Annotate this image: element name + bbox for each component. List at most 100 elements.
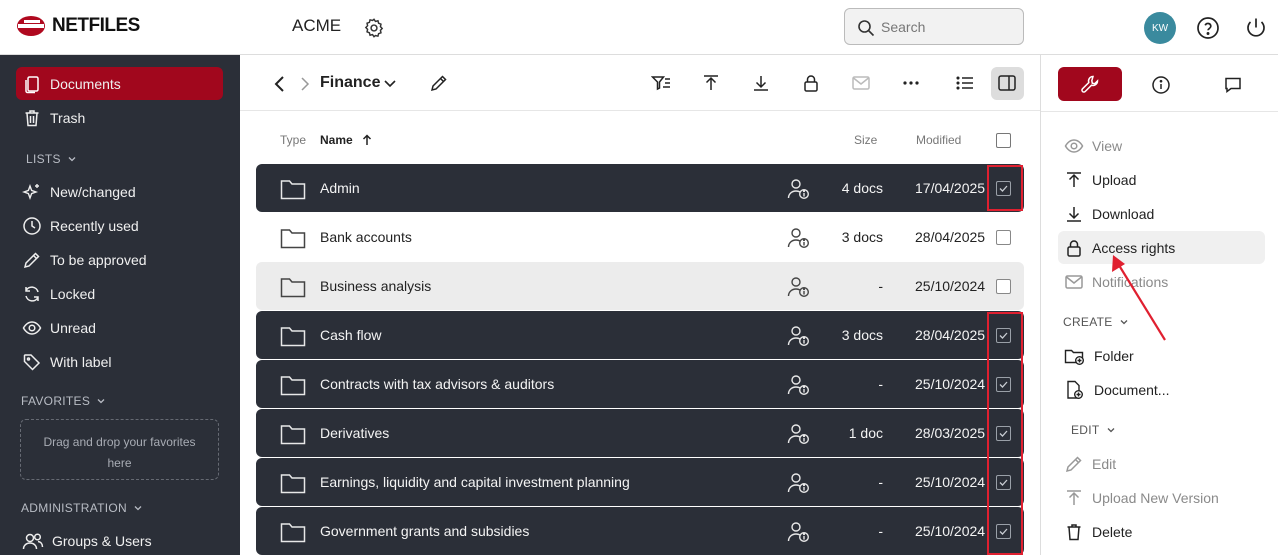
documents-icon — [25, 75, 39, 93]
netfiles-logo[interactable]: NETFILES — [16, 14, 140, 38]
sidebar-item-to-be-approved[interactable]: To be approved — [16, 243, 223, 276]
row-access[interactable] — [787, 276, 811, 301]
administration-header-label: ADMINISTRATION — [21, 501, 127, 515]
search-icon — [858, 20, 875, 37]
row-size: 3 docs — [841, 327, 883, 343]
action-label: Upload New Version — [1092, 489, 1219, 506]
action-download[interactable]: Download — [1058, 197, 1265, 230]
column-header-name[interactable]: Name — [320, 133, 372, 147]
details-panel-toggle[interactable] — [991, 67, 1024, 100]
folder-icon — [280, 180, 306, 200]
sidebar-item-label: Documents — [50, 75, 121, 92]
user-info-icon — [787, 228, 810, 249]
favorites-header-label: FAVORITES — [21, 394, 91, 408]
favorites-dropzone[interactable]: Drag and drop your favorites here — [20, 419, 219, 480]
row-size: - — [878, 376, 883, 392]
row-size: - — [878, 474, 883, 490]
sidebar-item-groups-users[interactable]: Groups & Users — [16, 524, 223, 557]
administration-header[interactable]: ADMINISTRATION — [21, 501, 143, 515]
row-checkbox[interactable] — [996, 279, 1011, 294]
edit-edit[interactable]: Edit — [1058, 447, 1265, 480]
folder-icon — [280, 278, 306, 298]
sidebar: Documents Trash LISTS New/changed Recent… — [0, 55, 240, 555]
table-row[interactable]: Admin 4 docs 17/04/2025 — [256, 164, 1024, 212]
lock-icon[interactable] — [801, 73, 821, 93]
table-row[interactable]: Earnings, liquidity and capital investme… — [256, 458, 1024, 506]
edit-delete[interactable]: Delete — [1058, 515, 1265, 548]
list-view-icon[interactable] — [955, 73, 975, 93]
table-row[interactable]: Bank accounts 3 docs 28/04/2025 — [256, 213, 1024, 261]
mail-icon — [852, 76, 870, 90]
sidebar-item-trash[interactable]: Trash — [16, 101, 223, 134]
select-all-checkbox[interactable] — [996, 133, 1011, 148]
more-icon[interactable] — [901, 73, 921, 93]
chevron-down-icon[interactable] — [383, 79, 397, 89]
folder-icon-wrap — [280, 276, 306, 301]
column-header-type[interactable]: Type — [280, 133, 306, 147]
folder-icon-wrap — [280, 325, 306, 350]
row-modified: 25/10/2024 — [915, 376, 986, 392]
upload-icon[interactable] — [701, 73, 721, 93]
action-access-rights[interactable]: Access rights — [1058, 231, 1265, 264]
sidebar-item-new-changed[interactable]: New/changed — [16, 175, 223, 208]
avatar[interactable]: KW — [1144, 12, 1176, 44]
create-document[interactable]: Document... — [1058, 373, 1265, 406]
row-access[interactable] — [787, 521, 811, 546]
row-access[interactable] — [787, 472, 811, 497]
filter-icon[interactable] — [651, 73, 671, 93]
comment-icon[interactable] — [1223, 75, 1243, 95]
chevron-down-icon — [68, 157, 76, 162]
tab-actions[interactable] — [1058, 67, 1122, 101]
row-access[interactable] — [787, 178, 811, 203]
table-row[interactable]: Derivatives 1 doc 28/03/2025 — [256, 409, 1024, 457]
search-box[interactable] — [844, 8, 1024, 45]
row-modified: 25/10/2024 — [915, 278, 986, 294]
sidebar-item-locked[interactable]: Locked — [16, 277, 223, 310]
create-folder[interactable]: Folder — [1058, 339, 1265, 372]
favorites-header[interactable]: FAVORITES — [21, 394, 106, 408]
column-header-modified[interactable]: Modified — [916, 133, 961, 147]
row-checkbox[interactable] — [996, 230, 1011, 245]
folder-icon-wrap — [280, 178, 306, 203]
row-access[interactable] — [787, 423, 811, 448]
edit-header[interactable]: EDIT — [1071, 423, 1116, 437]
sidebar-item-label: Recently used — [50, 217, 139, 234]
sparkle-icon — [22, 183, 39, 200]
pencil-icon[interactable] — [429, 73, 449, 93]
user-info-icon — [787, 522, 810, 543]
sort-up-icon — [363, 134, 372, 145]
table-row[interactable]: Cash flow 3 docs 28/04/2025 — [256, 311, 1024, 359]
sidebar-item-recently-used[interactable]: Recently used — [16, 209, 223, 242]
search-input[interactable] — [881, 17, 1011, 37]
create-header-label: CREATE — [1063, 315, 1113, 329]
info-icon[interactable] — [1151, 75, 1171, 95]
action-notifications[interactable]: Notifications — [1058, 265, 1265, 298]
power-icon[interactable] — [1244, 16, 1268, 40]
column-header-size[interactable]: Size — [854, 133, 877, 147]
row-access[interactable] — [787, 325, 811, 350]
download-icon[interactable] — [751, 73, 771, 93]
action-upload[interactable]: Upload — [1058, 163, 1265, 196]
gear-icon[interactable] — [363, 17, 385, 39]
table-row[interactable]: Government grants and subsidies - 25/10/20… — [256, 507, 1024, 555]
edit-upload-new-version[interactable]: Upload New Version — [1058, 481, 1265, 514]
row-access[interactable] — [787, 227, 811, 252]
table-row[interactable]: Business analysis - 25/10/2024 — [256, 262, 1024, 310]
row-access[interactable] — [787, 374, 811, 399]
sidebar-item-unread[interactable]: Unread — [16, 311, 223, 344]
lists-header[interactable]: LISTS — [26, 152, 77, 166]
side-panel-icon — [998, 75, 1016, 91]
sidebar-item-label: With label — [50, 353, 112, 370]
breadcrumb-current-folder[interactable]: Finance — [320, 74, 380, 92]
sidebar-item-documents[interactable]: Documents — [16, 67, 223, 100]
back-arrow-icon[interactable] — [273, 75, 287, 93]
sidebar-item-label: Trash — [50, 109, 86, 126]
sidebar-item-with-label[interactable]: With label — [16, 345, 223, 378]
row-modified: 28/03/2025 — [915, 425, 986, 441]
help-icon[interactable] — [1196, 16, 1220, 40]
clock-icon — [23, 216, 41, 235]
sidebar-item-label: Locked — [50, 285, 96, 302]
table-row[interactable]: Contracts with tax advisors & auditors - 2… — [256, 360, 1024, 408]
action-view[interactable]: View — [1058, 129, 1265, 162]
create-header[interactable]: CREATE — [1063, 315, 1129, 329]
